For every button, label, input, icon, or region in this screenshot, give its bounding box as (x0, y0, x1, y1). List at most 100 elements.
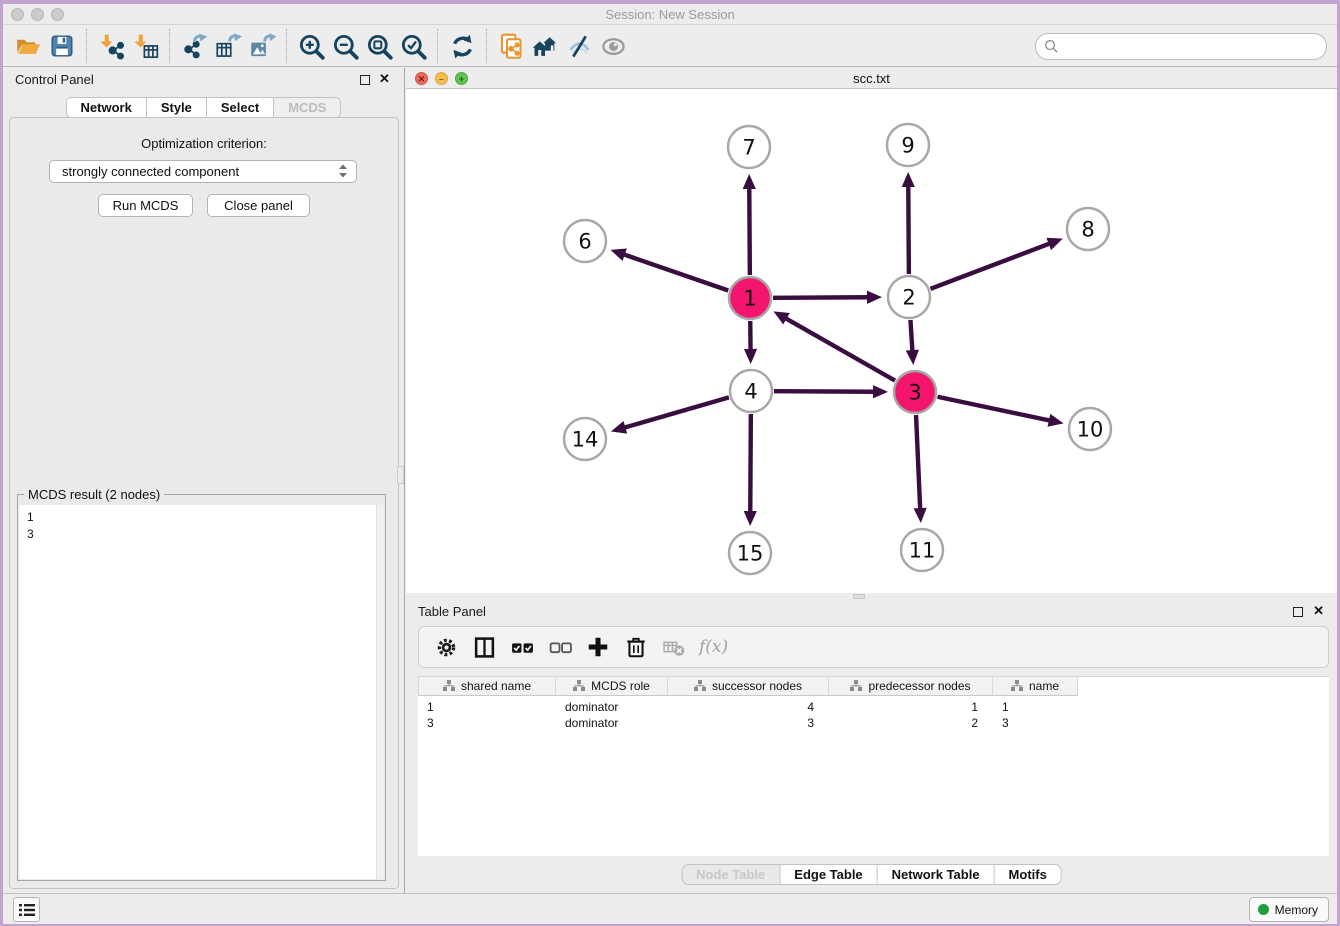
chevron-updown-icon (339, 164, 347, 178)
save-session-icon[interactable] (45, 29, 79, 63)
graph-edge-2-3[interactable] (910, 320, 912, 352)
network-from-selection-icon[interactable] (494, 29, 528, 63)
graph-node-label: 15 (737, 542, 764, 566)
desktop-edge (0, 0, 1340, 4)
table-mode-icon[interactable] (433, 634, 459, 660)
select-all-rows-icon[interactable] (509, 634, 535, 660)
delete-table-icon (661, 634, 687, 660)
cell-successor-nodes[interactable]: 4 (668, 699, 829, 715)
column-header-predecessor-nodes[interactable]: predecessor nodes (829, 677, 993, 696)
toolbar-separator (437, 29, 438, 63)
export-network-icon[interactable] (177, 29, 211, 63)
zoom-selected-region-icon[interactable] (396, 29, 430, 63)
graph-edge-4-15[interactable] (750, 414, 751, 513)
result-scrollbar[interactable] (376, 505, 384, 879)
table-row[interactable]: 1dominator411 (418, 699, 1078, 715)
edge-arrowhead (611, 248, 627, 260)
apply-preferred-layout-icon[interactable] (445, 29, 479, 63)
delete-columns-icon[interactable] (623, 634, 649, 660)
tab-style[interactable]: Style (147, 97, 207, 118)
graph-edge-3-1[interactable] (785, 318, 895, 381)
table-tab-network-table[interactable]: Network Table (878, 864, 995, 885)
table-tab-motifs[interactable]: Motifs (995, 864, 1062, 885)
control-panel-tabs: NetworkStyleSelectMCDS (3, 97, 404, 118)
import-network-from-file-icon[interactable] (94, 29, 128, 63)
network-canvas[interactable]: 1234678910111415 (406, 89, 1337, 593)
graph-edge-1-6[interactable] (623, 254, 728, 290)
task-history-button[interactable] (13, 897, 40, 922)
table-tab-node-table[interactable]: Node Table (681, 864, 780, 885)
cell-mcds-role[interactable]: dominator (556, 715, 668, 731)
horizontal-divider-handle[interactable] (853, 594, 865, 599)
mcds-result-groupbox: MCDS result (2 nodes) 13 (17, 494, 386, 881)
float-table-panel-icon[interactable] (1293, 607, 1303, 617)
cell-shared-name[interactable]: 1 (418, 699, 556, 715)
tab-network[interactable]: Network (66, 97, 147, 118)
panel-divider[interactable] (404, 68, 405, 893)
column-header-successor-nodes[interactable]: successor nodes (668, 677, 829, 696)
cell-predecessor-nodes[interactable]: 1 (829, 699, 993, 715)
export-table-icon[interactable] (211, 29, 245, 63)
panel-divider-handle[interactable] (397, 466, 404, 484)
hide-selected-icon[interactable] (562, 29, 596, 63)
network-window: ✕ – + scc.txt 1234678910111415 (406, 68, 1337, 593)
create-column-icon[interactable] (585, 634, 611, 660)
criterion-select[interactable]: strongly connected component (49, 160, 357, 183)
first-neighbors-icon[interactable] (528, 29, 562, 63)
graph-node-label: 4 (744, 380, 757, 404)
zoom-fit-content-icon[interactable] (362, 29, 396, 63)
network-window-titlebar[interactable]: ✕ – + scc.txt (406, 68, 1337, 89)
deselect-all-rows-icon[interactable] (547, 634, 573, 660)
zoom-out-icon[interactable] (328, 29, 362, 63)
graph-edge-4-3[interactable] (774, 391, 875, 392)
cell-predecessor-nodes[interactable]: 2 (829, 715, 993, 731)
tab-mcds[interactable]: MCDS (274, 97, 341, 118)
export-image-icon[interactable] (245, 29, 279, 63)
graph-edge-2-8[interactable] (931, 243, 1051, 289)
tab-select[interactable]: Select (207, 97, 274, 118)
graph-node-label: 3 (908, 381, 921, 405)
float-panel-icon[interactable] (360, 75, 370, 85)
result-line: 3 (27, 526, 34, 543)
column-header-name[interactable]: name (993, 677, 1078, 696)
criterion-value: strongly connected component (62, 164, 239, 179)
cell-shared-name[interactable]: 3 (418, 715, 556, 731)
search-input[interactable] (1059, 37, 1326, 57)
graph-edge-1-7[interactable] (749, 187, 750, 275)
table-panel-title: Table Panel (418, 604, 486, 619)
graph-edge-2-9[interactable] (908, 185, 909, 274)
mcds-result-textarea[interactable]: 13 (19, 505, 384, 879)
close-panel-icon[interactable]: ✕ (379, 71, 390, 87)
search-box[interactable] (1035, 33, 1327, 60)
graph-edge-3-11[interactable] (916, 415, 920, 510)
cell-name[interactable]: 3 (993, 715, 1078, 731)
memory-button[interactable]: Memory (1249, 897, 1329, 922)
horizontal-divider[interactable] (406, 593, 1337, 600)
status-bar: Memory (3, 893, 1337, 924)
table-tab-edge-table[interactable]: Edge Table (780, 864, 877, 885)
column-header-mcds-role[interactable]: MCDS role (556, 677, 668, 696)
edge-arrowhead (1046, 238, 1062, 250)
zoom-in-icon[interactable] (294, 29, 328, 63)
cell-name[interactable]: 1 (993, 699, 1078, 715)
open-session-icon[interactable] (11, 29, 45, 63)
mcds-result-title: MCDS result (2 nodes) (24, 487, 164, 502)
close-table-panel-icon[interactable]: ✕ (1313, 603, 1324, 619)
import-table-from-file-icon[interactable] (128, 29, 162, 63)
graph-edge-3-10[interactable] (938, 397, 1051, 421)
column-header-shared-name[interactable]: shared name (418, 677, 556, 696)
cell-successor-nodes[interactable]: 3 (668, 715, 829, 731)
graph-edge-4-14[interactable] (623, 397, 728, 428)
application-window: Session: New Session (0, 0, 1340, 926)
cell-mcds-role[interactable]: dominator (556, 699, 668, 715)
close-panel-button[interactable]: Close panel (207, 194, 310, 217)
toolbar-separator (486, 29, 487, 63)
table-row[interactable]: 3dominator323 (418, 715, 1078, 731)
table-header-row: shared nameMCDS rolesuccessor nodesprede… (418, 677, 1078, 696)
graph-edge-1-2[interactable] (773, 297, 869, 298)
edge-arrowhead (611, 421, 627, 434)
show-all-icon[interactable] (596, 29, 630, 63)
run-mcds-button[interactable]: Run MCDS (98, 194, 193, 217)
show-column-icon[interactable] (471, 634, 497, 660)
node-table[interactable]: shared nameMCDS rolesuccessor nodesprede… (418, 676, 1329, 856)
